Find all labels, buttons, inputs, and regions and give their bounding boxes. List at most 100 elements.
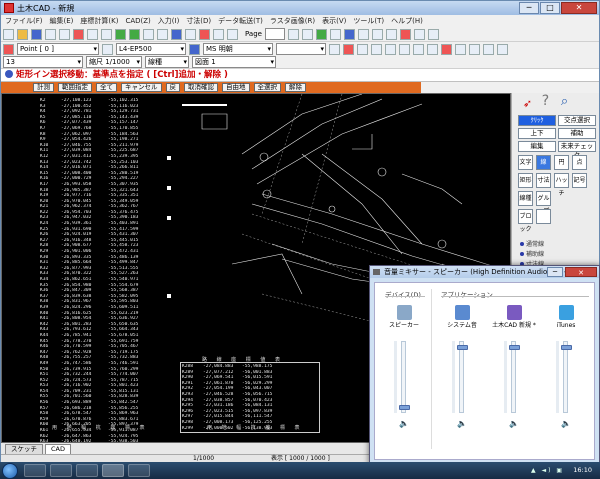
future-check-button[interactable]: 未来チェック: [558, 141, 596, 159]
radio-normal-line[interactable]: 通常線: [520, 239, 544, 248]
zoom-out-icon[interactable]: [157, 28, 168, 40]
measure-icon[interactable]: [213, 28, 224, 40]
volume-slider[interactable]: [457, 341, 468, 413]
volume-slider-thumb[interactable]: [457, 345, 468, 351]
print-icon[interactable]: [45, 28, 56, 40]
mute-speaker-icon[interactable]: 🔈: [457, 419, 467, 428]
cmd-release-button[interactable]: 解除: [285, 83, 306, 92]
frame-tool-icon[interactable]: [536, 209, 551, 224]
menu-coord-calc[interactable]: 座標計算(K): [80, 16, 118, 26]
cmd-range-button[interactable]: 範囲指定: [58, 83, 92, 92]
cmd-all-button[interactable]: 全て: [96, 83, 117, 92]
click-button[interactable]: ｸﾘｯｸ: [518, 115, 556, 126]
cmd-free-button[interactable]: 自由地: [222, 83, 250, 92]
properties-icon[interactable]: [329, 28, 341, 40]
edit-button[interactable]: 編集: [518, 141, 556, 152]
grid-icon[interactable]: [171, 28, 182, 40]
pointer-icon[interactable]: ➶: [520, 97, 535, 112]
maximize-button[interactable]: □: [540, 2, 560, 14]
radio-assist-line[interactable]: 補助線: [520, 249, 544, 258]
app-icon[interactable]: [506, 305, 522, 320]
paste-icon[interactable]: [101, 28, 112, 40]
group-tool-icon[interactable]: グループ: [536, 191, 551, 215]
mute-speaker-icon[interactable]: 🔈: [399, 419, 409, 428]
prev-page-icon[interactable]: [287, 28, 299, 40]
cmd-confirm-button[interactable]: 取消確認: [184, 83, 218, 92]
point-tool-icon[interactable]: 点: [572, 155, 587, 170]
line-tool-icon[interactable]: 線: [536, 155, 551, 170]
align-right-icon[interactable]: [427, 43, 438, 55]
symbol-tool-icon[interactable]: 記号: [572, 173, 587, 188]
menu-input[interactable]: 入力(I): [158, 16, 180, 26]
title-bar[interactable]: 土木CAD - 新規 ─ □ ✕: [1, 1, 599, 15]
layer-combo[interactable]: Point [ 0 ]: [17, 43, 99, 55]
text-tool-icon[interactable]: 文字: [518, 155, 533, 170]
clear-format-icon[interactable]: [441, 43, 452, 55]
text-color-icon[interactable]: [343, 43, 354, 55]
snap-icon[interactable]: [227, 28, 238, 40]
cut-icon[interactable]: [73, 28, 84, 40]
circle-tool-icon[interactable]: 円: [554, 155, 569, 170]
copy-icon[interactable]: [87, 28, 98, 40]
arrow-icon[interactable]: [497, 43, 508, 55]
tab-cad[interactable]: CAD: [45, 444, 71, 454]
assist-button[interactable]: 補助: [558, 128, 596, 139]
layer-color-icon[interactable]: [3, 43, 14, 55]
cmd-cancel-button[interactable]: キャンセル: [121, 83, 162, 92]
line-weight-combo[interactable]: [276, 43, 326, 55]
cmd-back-button[interactable]: 戻: [165, 83, 180, 92]
mute-speaker-icon[interactable]: 🔈: [509, 419, 519, 428]
redo-icon[interactable]: [129, 28, 140, 40]
tile-icon[interactable]: [385, 28, 397, 40]
layout-icon[interactable]: [315, 28, 327, 40]
volume-slider[interactable]: [509, 341, 520, 413]
app-icon[interactable]: [454, 305, 470, 320]
text-a-icon[interactable]: [385, 43, 396, 55]
size-combo[interactable]: 13: [3, 56, 83, 68]
volume-slider-thumb[interactable]: [509, 345, 520, 351]
dimension-tool-icon[interactable]: 寸法: [536, 173, 551, 188]
menu-cad[interactable]: CAD(Z): [125, 17, 150, 25]
taskbar-media-icon[interactable]: [76, 464, 98, 477]
menu-help[interactable]: ヘルプ(H): [391, 16, 423, 26]
linetype-tool-icon[interactable]: 線種: [518, 191, 533, 206]
taskbar-ie-icon[interactable]: [24, 464, 46, 477]
taskbar-explorer-icon[interactable]: [50, 464, 72, 477]
menu-raster[interactable]: ラスタ画像(R): [270, 16, 315, 26]
page-field[interactable]: [264, 28, 285, 40]
hatch-icon[interactable]: [469, 43, 480, 55]
layer-visible-icon[interactable]: [102, 43, 113, 55]
menu-tools[interactable]: ツール(T): [353, 16, 384, 26]
scale-combo[interactable]: 縮尺 1/1000: [86, 56, 142, 68]
redraw-icon[interactable]: [199, 28, 210, 40]
volume-slider[interactable]: [561, 341, 572, 413]
updown-button[interactable]: 上下: [518, 128, 556, 139]
search-icon[interactable]: ⌕: [557, 95, 572, 110]
menu-file[interactable]: ファイル(F): [5, 16, 43, 26]
volume-slider[interactable]: [399, 341, 410, 413]
undo-icon[interactable]: [115, 28, 126, 40]
cascade-icon[interactable]: [371, 28, 383, 40]
help-icon[interactable]: ?: [538, 94, 553, 110]
settings-icon[interactable]: [343, 28, 355, 40]
layer-icon[interactable]: [185, 28, 196, 40]
grid-snap-icon[interactable]: [455, 43, 466, 55]
linestyle-combo[interactable]: L4-EP500: [116, 43, 186, 55]
menu-dimension[interactable]: 寸法(D): [186, 16, 211, 26]
align-center-icon[interactable]: [413, 43, 424, 55]
mixer-close-button[interactable]: ✕: [565, 267, 597, 277]
link-icon[interactable]: [427, 28, 439, 40]
stop-icon[interactable]: [399, 28, 411, 40]
save-icon[interactable]: [31, 28, 42, 40]
cmd-select-all-button[interactable]: 全選択: [253, 83, 281, 92]
start-button[interactable]: [2, 463, 18, 479]
preview-icon[interactable]: [59, 28, 70, 40]
align-left-icon[interactable]: [399, 43, 410, 55]
taskbar-mixer-icon[interactable]: [128, 464, 150, 477]
pen-icon[interactable]: [413, 28, 425, 40]
minimize-button[interactable]: ─: [519, 2, 539, 14]
volume-slider-thumb[interactable]: [399, 404, 410, 410]
mode-combo[interactable]: 線種: [145, 56, 189, 68]
window-icon[interactable]: [357, 28, 369, 40]
tab-sketch[interactable]: スケッチ: [5, 444, 43, 454]
